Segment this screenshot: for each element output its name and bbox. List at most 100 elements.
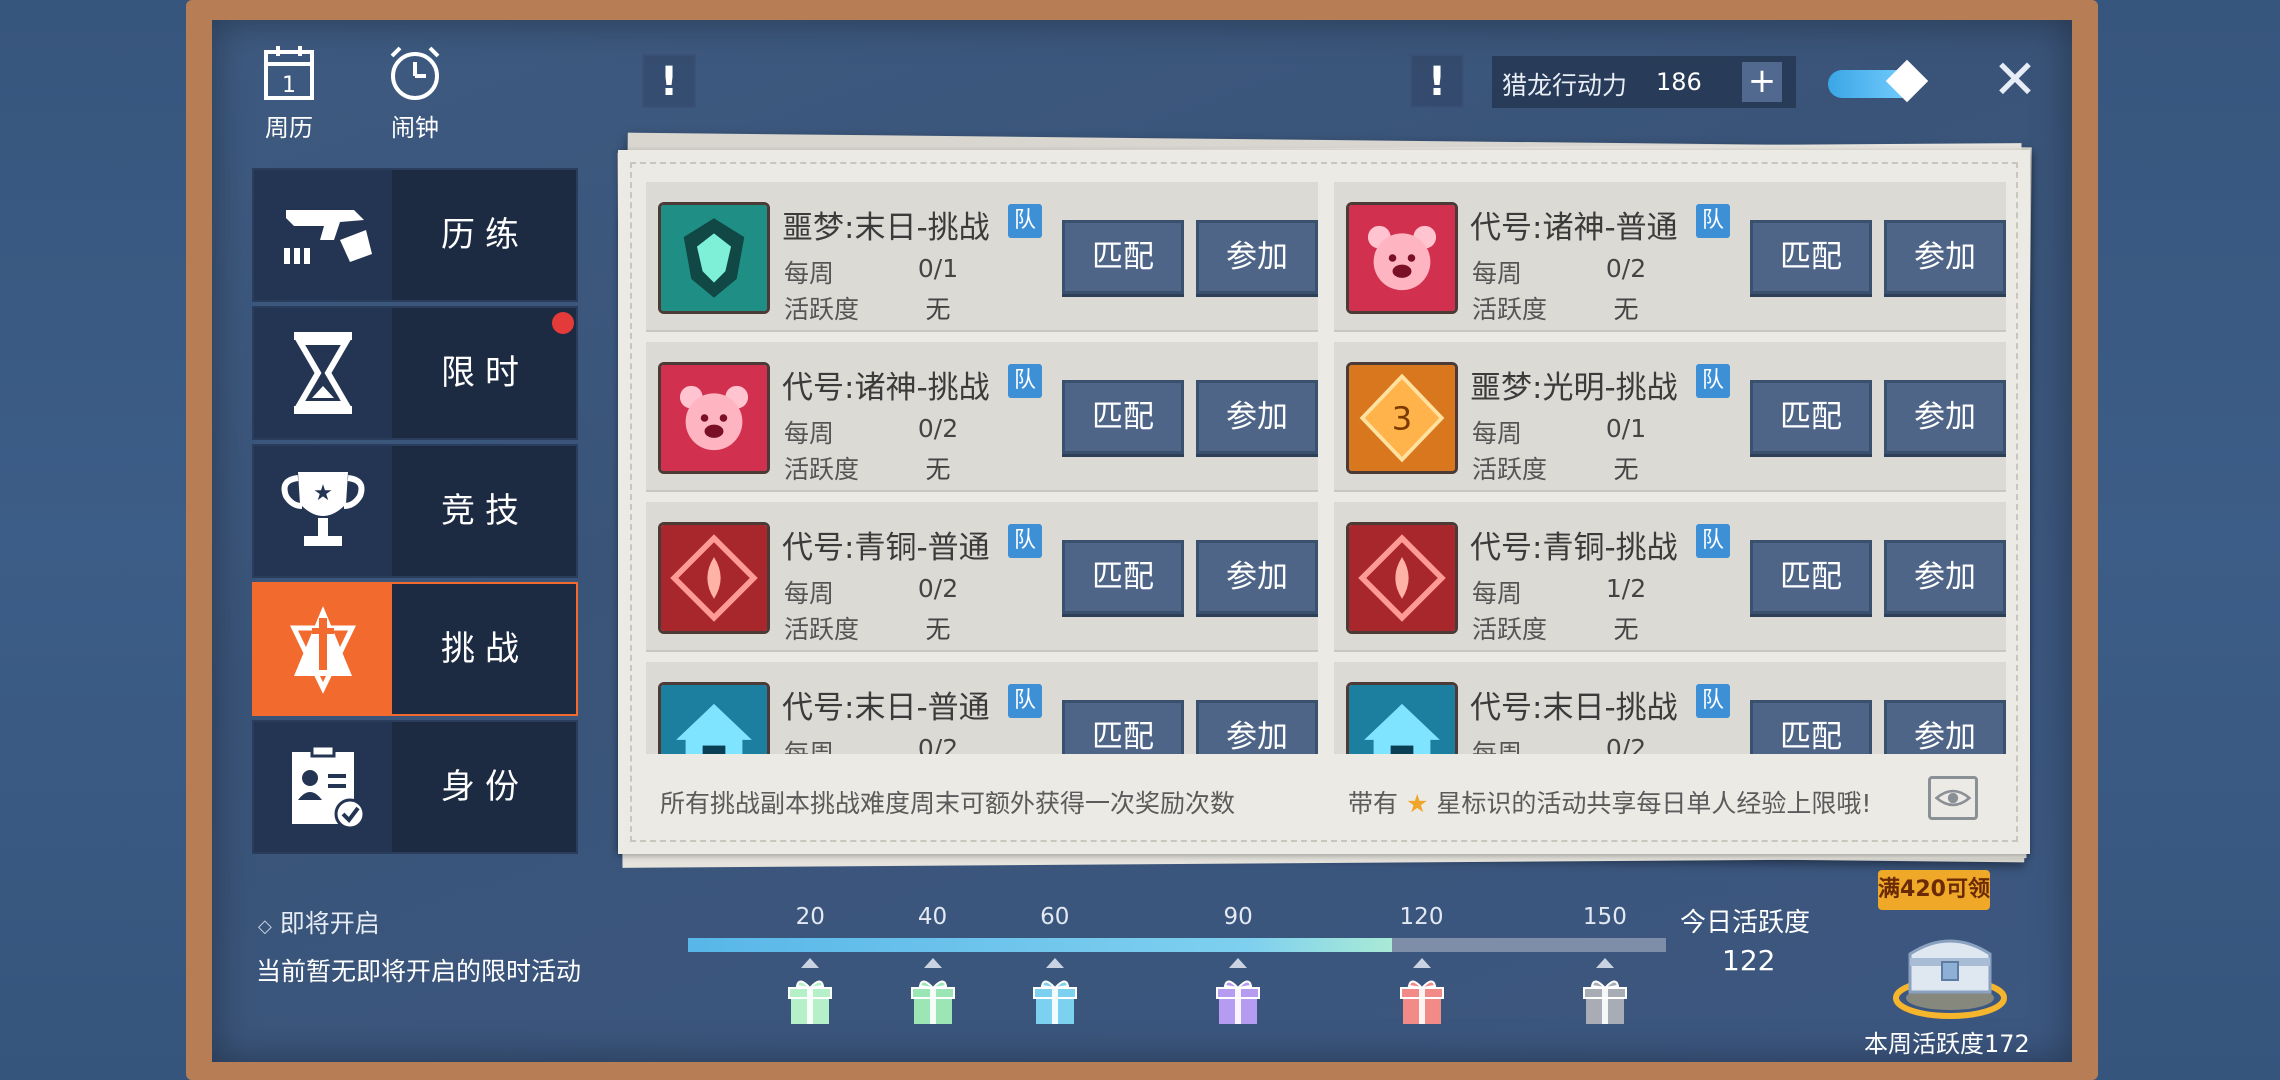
challenge-emblem-icon [658, 202, 770, 314]
weekly-label: 每周 [784, 419, 835, 448]
challenge-emblem-icon: 3 [1346, 362, 1458, 474]
svg-text:3: 3 [1392, 399, 1412, 437]
add-stamina-button[interactable]: + [1742, 62, 1782, 102]
milestone-label: 60 [1040, 904, 1070, 930]
weekly-count: 0/1 [917, 254, 959, 283]
trophy-icon: ★ [281, 472, 365, 546]
match-button[interactable]: 匹配 [1062, 220, 1184, 294]
id-card-icon [292, 744, 366, 830]
team-badge: 队 [1696, 524, 1730, 558]
sidebar-item-limited[interactable]: 限时 [252, 306, 578, 440]
challenge-card: 代号:末日-挑战 队 每周 0/2 活跃度 无 匹配 参加 [1334, 662, 2006, 754]
sidebar-item-identity[interactable]: 身份 [252, 720, 578, 854]
match-button[interactable]: 匹配 [1750, 540, 1872, 614]
sidebar-item-label: 身份 [441, 767, 529, 807]
weekly-activity: 本周活跃度172 [1864, 1030, 2030, 1058]
eye-icon[interactable] [1928, 776, 1978, 820]
alarm-icon[interactable] [380, 44, 450, 104]
challenge-emblem-icon [1346, 522, 1458, 634]
activity-value: 无 [925, 455, 951, 484]
challenge-name: 代号:青铜-挑战 [1470, 530, 1678, 566]
sidebar-item-arena[interactable]: ★ 竞技 [252, 444, 578, 578]
join-button[interactable]: 参加 [1196, 220, 1318, 294]
activity-label: 活跃度 [1472, 455, 1548, 484]
chest-requirement-badge: 满420可领 [1878, 870, 1990, 910]
join-button[interactable]: 参加 [1884, 540, 2006, 614]
svg-text:1: 1 [282, 73, 296, 98]
sidebar-icon-box: ★ [254, 446, 392, 576]
weekly-count: 0/2 [917, 574, 959, 603]
join-button[interactable]: 参加 [1884, 380, 2006, 454]
activity-progress-fill [688, 938, 1393, 952]
challenge-name: 噩梦:光明-挑战 [1470, 370, 1678, 406]
stamina-value: 186 [1656, 68, 1702, 96]
alarm-label: 闹钟 [391, 114, 439, 142]
today-activity-label: 今日活跃度 [1680, 908, 1811, 938]
join-button[interactable]: 参加 [1196, 540, 1318, 614]
activity-value: 无 [1613, 455, 1639, 484]
challenge-name: 代号:末日-普通 [782, 690, 990, 726]
challenge-list[interactable]: 噩梦:末日-挑战 队 每周 0/1 活跃度 无 匹配 参加 代号:诸神-普通 队… [646, 182, 2010, 754]
match-button[interactable]: 匹配 [1750, 700, 1872, 754]
milestone-marker [1229, 958, 1248, 968]
activity-label: 活跃度 [784, 615, 860, 644]
milestone-marker [923, 958, 942, 968]
match-button[interactable]: 匹配 [1062, 700, 1184, 754]
weekly-count: 1/2 [1605, 574, 1647, 603]
match-button[interactable]: 匹配 [1062, 380, 1184, 454]
join-button[interactable]: 参加 [1884, 700, 2006, 754]
gift-box-icon[interactable] [1582, 976, 1628, 1026]
star-note-suffix: 星标识的活动共享每日单人经验上限哦! [1436, 789, 1872, 818]
gift-box-icon[interactable] [1215, 976, 1261, 1026]
gift-box-icon[interactable] [1032, 976, 1078, 1026]
treasure-chest-icon[interactable] [1890, 912, 2010, 1020]
challenge-name: 代号:青铜-普通 [782, 530, 990, 566]
activity-label: 活跃度 [1472, 295, 1548, 324]
activity-value: 无 [1613, 295, 1639, 324]
challenge-card: 代号:青铜-普通 队 每周 0/2 活跃度 无 匹配 参加 [646, 502, 1318, 652]
weekly-count: 0/2 [1605, 734, 1647, 754]
dagger-star-icon [290, 606, 356, 694]
join-button[interactable]: 参加 [1196, 380, 1318, 454]
gift-box-icon[interactable] [910, 976, 956, 1026]
upcoming-description: 当前暂无即将开启的限时活动 [256, 957, 582, 986]
weekly-label: 每周 [784, 579, 835, 608]
team-badge: 队 [1008, 524, 1042, 558]
join-button[interactable]: 参加 [1196, 700, 1318, 754]
challenge-name: 代号:诸神-挑战 [782, 370, 990, 406]
match-button[interactable]: 匹配 [1062, 540, 1184, 614]
alert-button-right[interactable]: ! [1410, 54, 1464, 108]
sidebar-item-label: 历练 [441, 215, 529, 255]
team-badge: 队 [1008, 364, 1042, 398]
milestone-label: 40 [917, 904, 948, 930]
hourglass-icon [294, 332, 352, 414]
upcoming-title-text: 即将开启 [279, 909, 380, 938]
sidebar-item-training[interactable]: 历练 [252, 168, 578, 302]
team-badge: 队 [1696, 684, 1730, 718]
challenge-card: 代号:诸神-挑战 队 每周 0/2 活跃度 无 匹配 参加 [646, 342, 1318, 492]
activity-label: 活跃度 [1472, 615, 1548, 644]
alert-button-left[interactable]: ! [642, 54, 696, 108]
join-button[interactable]: 参加 [1884, 220, 2006, 294]
challenge-emblem-icon [1346, 682, 1458, 754]
weekly-count: 0/2 [917, 734, 959, 754]
sidebar-item-challenge[interactable]: 挑战 [252, 582, 578, 716]
toggle-switch[interactable] [1828, 59, 1929, 103]
weekly-label: 每周 [784, 259, 835, 288]
sidebar-icon-box [254, 308, 392, 438]
match-button[interactable]: 匹配 [1750, 380, 1872, 454]
challenge-card: 代号:末日-普通 队 每周 0/2 活跃度 无 匹配 参加 [646, 662, 1318, 754]
team-badge: 队 [1008, 204, 1042, 238]
star-icon: ★ [1405, 789, 1429, 818]
challenge-card: 代号:诸神-普通 队 每周 0/2 活跃度 无 匹配 参加 [1334, 182, 2006, 332]
milestone-marker [1045, 958, 1064, 968]
weekly-label: 每周 [784, 739, 835, 754]
match-button[interactable]: 匹配 [1750, 220, 1872, 294]
calendar-icon[interactable]: 1 [254, 44, 324, 104]
gift-box-icon[interactable] [1399, 976, 1445, 1026]
svg-text:★: ★ [313, 481, 333, 506]
upcoming-title: ◇ 即将开启 [258, 904, 380, 940]
gift-box-icon[interactable] [787, 976, 833, 1026]
close-button[interactable]: ✕ [1990, 53, 2040, 107]
milestone-label: 120 [1399, 904, 1444, 930]
